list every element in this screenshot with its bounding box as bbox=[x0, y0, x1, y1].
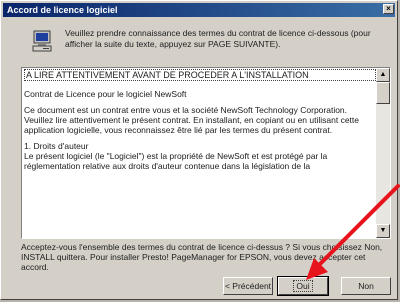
window-title: Accord de licence logiciel bbox=[7, 5, 118, 15]
computer-icon bbox=[32, 30, 52, 52]
license-paragraph: Contrat de Licence pour le logiciel NewS… bbox=[24, 89, 187, 99]
license-paragraph: 1. Droits d'auteur Le présent logiciel (… bbox=[24, 141, 328, 171]
close-icon: × bbox=[386, 4, 391, 13]
arrow-down-icon: ▼ bbox=[379, 227, 387, 234]
scroll-up-button[interactable]: ▲ bbox=[376, 68, 390, 82]
no-button-label: Non bbox=[358, 281, 374, 291]
acceptance-question: Acceptez-vous l'ensemble des termes du c… bbox=[21, 242, 383, 272]
no-button[interactable]: Non bbox=[341, 277, 391, 295]
license-dialog: Accord de licence logiciel × Veuillez pr… bbox=[0, 0, 398, 300]
license-heading: A LIRE ATTENTIVEMENT AVANT DE PROCEDER A… bbox=[24, 69, 376, 81]
scroll-down-button[interactable]: ▼ bbox=[376, 224, 390, 238]
vertical-scrollbar[interactable]: ▲ ▼ bbox=[376, 68, 390, 238]
close-button[interactable]: × bbox=[383, 4, 394, 14]
license-text-box[interactable]: A LIRE ATTENTIVEMENT AVANT DE PROCEDER A… bbox=[21, 67, 391, 239]
intro-text: Veuillez prendre connaissance des termes… bbox=[65, 28, 371, 49]
yes-button[interactable]: Oui bbox=[277, 276, 329, 296]
yes-button-label: Oui bbox=[293, 280, 313, 292]
scroll-thumb[interactable] bbox=[376, 82, 390, 104]
previous-button-label: < Précédent bbox=[224, 281, 272, 291]
title-bar[interactable]: Accord de licence logiciel bbox=[3, 3, 395, 17]
previous-button[interactable]: < Précédent bbox=[223, 277, 273, 295]
license-paragraph: Ce document est un contrat entre vous et… bbox=[24, 105, 360, 135]
license-content: A LIRE ATTENTIVEMENT AVANT DE PROCEDER A… bbox=[24, 69, 376, 237]
arrow-up-icon: ▲ bbox=[379, 71, 387, 78]
